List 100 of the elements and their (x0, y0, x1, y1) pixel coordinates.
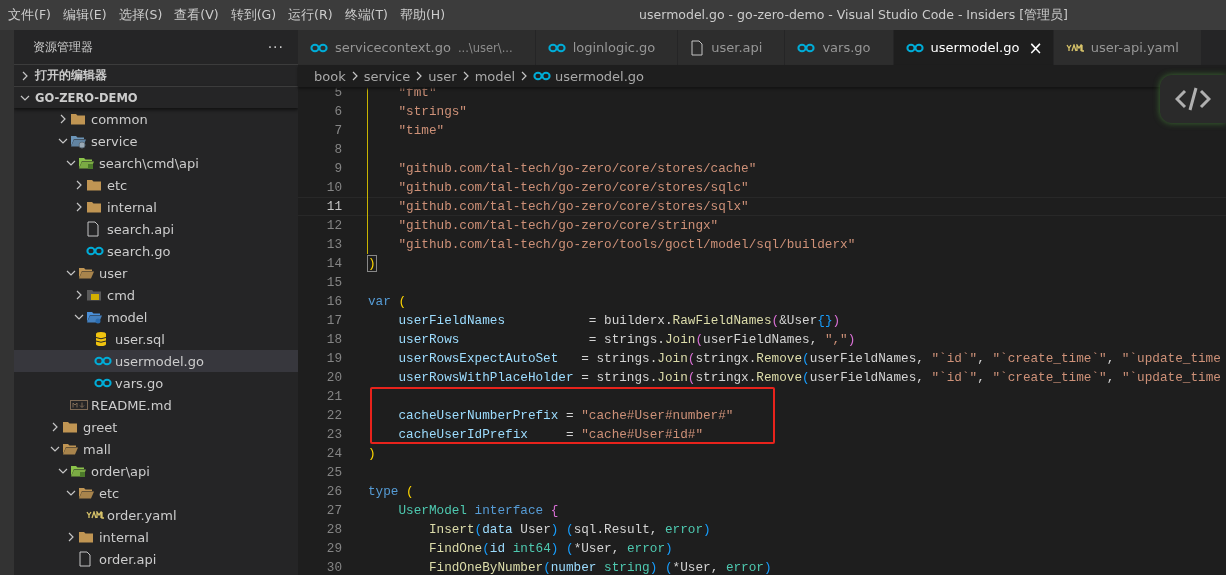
line-number: 21 (325, 389, 342, 404)
go-file-icon (547, 42, 566, 53)
tree-item[interactable]: order\api (14, 460, 298, 482)
tree-item[interactable]: README.md (14, 394, 298, 416)
line-number: 10 (325, 180, 342, 195)
code-line: userRowsExpectAutoSet = strings.Join(stringx.Remove(userFieldNames, "`id`", "`create_time`", "`update_time (397, 350, 1221, 368)
code-line: var ( (367, 293, 407, 311)
tree-item[interactable]: user (14, 262, 298, 284)
tree-item[interactable]: etc (14, 482, 298, 504)
more-actions-button[interactable]: ··· (267, 39, 284, 55)
folder-icon (86, 199, 102, 215)
go-file-icon (905, 42, 924, 53)
menu-item[interactable]: 终端(T) (338, 6, 394, 24)
breadcrumb-item[interactable]: user (428, 68, 457, 84)
menu-item[interactable]: 帮助(H) (393, 6, 452, 24)
menu-item[interactable]: 选择(S) (112, 6, 169, 24)
folder-icon (86, 309, 102, 325)
tree-item[interactable]: internal (14, 196, 298, 218)
yaml-file-icon (86, 511, 104, 519)
folder-icon (78, 529, 94, 545)
code-line: ) (367, 445, 376, 463)
code-icon (1175, 86, 1211, 112)
markdown-icon (70, 399, 88, 411)
floating-widget[interactable] (1160, 75, 1226, 123)
chevron-down-icon (74, 312, 84, 322)
menu-item[interactable]: 转到(G) (224, 6, 283, 24)
line-number: 6 (333, 104, 342, 119)
tree-item[interactable]: greet (14, 416, 298, 438)
line-number: 27 (325, 503, 342, 518)
code-line: cacheUserIdPrefix = "cache#User#id#" (397, 426, 703, 444)
menu-item[interactable]: 文件(F) (2, 6, 57, 24)
code-line: userRowsWithPlaceHolder = strings.Join(stringx.Remove(userFieldNames, "`id`", "`create_time`", "`update_time (397, 369, 1221, 387)
tree-item[interactable]: user.sql (14, 328, 298, 350)
folder-icon (70, 111, 86, 127)
line-number: 18 (325, 332, 342, 347)
yaml-file-icon (1065, 43, 1084, 52)
line-number: 22 (325, 408, 342, 423)
tree-item[interactable]: order.yaml (14, 504, 298, 526)
folder-icon (86, 177, 102, 193)
tree-item[interactable]: search.go (14, 240, 298, 262)
folder-gear-icon (70, 133, 86, 149)
folder-icon (62, 441, 78, 457)
tree-item[interactable]: search\cmd\api (14, 152, 298, 174)
line-number: 23 (325, 427, 342, 442)
code-line: cacheUserNumberPrefix = "cache#User#number#" (397, 407, 734, 425)
chevron-down-icon (58, 136, 68, 146)
editor-tab[interactable]: user-api.yaml (1053, 30, 1202, 65)
line-number: 9 (333, 161, 342, 176)
tree-item[interactable]: common (14, 108, 298, 130)
tree-item[interactable]: mall (14, 438, 298, 460)
chevron-down-icon (66, 488, 76, 498)
editor-tab[interactable]: loginlogic.go (535, 30, 679, 65)
folder-icon (62, 419, 78, 435)
menu-item[interactable]: 查看(V) (168, 6, 225, 24)
tree-item[interactable]: model (14, 306, 298, 328)
chevron-down-icon (66, 268, 76, 278)
menu-item[interactable]: 运行(R) (282, 6, 339, 24)
editor-tab[interactable]: servicecontext.go ...\user\... (298, 30, 536, 65)
file-icon (86, 221, 100, 237)
chevron-right-icon (74, 290, 84, 300)
breadcrumb-item[interactable]: model (474, 68, 516, 84)
section-header[interactable]: GO-ZERO-DEMO (14, 86, 298, 108)
tree-item[interactable]: order.api (14, 548, 298, 570)
editor-tab[interactable]: user.api (678, 30, 786, 65)
go-file-icon (94, 378, 112, 388)
go-file-icon (94, 356, 112, 366)
tab-description: ...\user\... (457, 40, 513, 55)
folder-icon (78, 265, 94, 281)
code-line: UserModel interface { (397, 502, 559, 520)
line-number: 29 (325, 541, 342, 556)
line-number: 28 (325, 522, 342, 537)
window-title: usermodel.go - go-zero-demo - Visual Studio Code - Insiders [管理员] (638, 6, 1069, 24)
line-number: 12 (325, 218, 342, 233)
tree-item[interactable]: cmd (14, 284, 298, 306)
code-line: userFieldNames = builderx.RawFieldNames(&User{}) (397, 312, 841, 330)
go-file-icon (533, 71, 552, 81)
editor-tab[interactable]: vars.go (785, 30, 894, 65)
tree-item[interactable]: usermodel.go (14, 350, 298, 372)
sidebar-title: 资源管理器 (33, 39, 93, 55)
tree-item[interactable]: search.api (14, 218, 298, 240)
go-file-icon (86, 246, 104, 256)
breadcrumb-item[interactable]: service (363, 68, 411, 84)
tree-item[interactable]: service (14, 130, 298, 152)
code-line: Insert(data User) (sql.Result, error) (427, 521, 711, 539)
code-line: type ( (367, 483, 414, 501)
code-line: "github.com/tal-tech/go-zero/core/stores/sqlc" (367, 178, 749, 197)
chevron-right-icon (20, 70, 30, 81)
code-line: ) (367, 255, 376, 273)
code-line: FindOne(id int64) (*User, error) (427, 540, 673, 558)
menu-item[interactable]: 编辑(E) (56, 6, 113, 24)
tree-item[interactable]: vars.go (14, 372, 298, 394)
code-line: "github.com/tal-tech/go-zero/core/stores/sqlx" (367, 197, 749, 216)
editor-tab[interactable]: usermodel.go × (893, 30, 1054, 65)
breadcrumb-item[interactable]: book (314, 68, 346, 84)
line-number: 25 (325, 465, 342, 480)
close-button[interactable]: × (1028, 37, 1043, 58)
tree-item[interactable]: internal (14, 526, 298, 548)
breadcrumb-item[interactable]: usermodel.go (555, 68, 645, 84)
file-icon (78, 551, 92, 567)
tree-item[interactable]: etc (14, 174, 298, 196)
